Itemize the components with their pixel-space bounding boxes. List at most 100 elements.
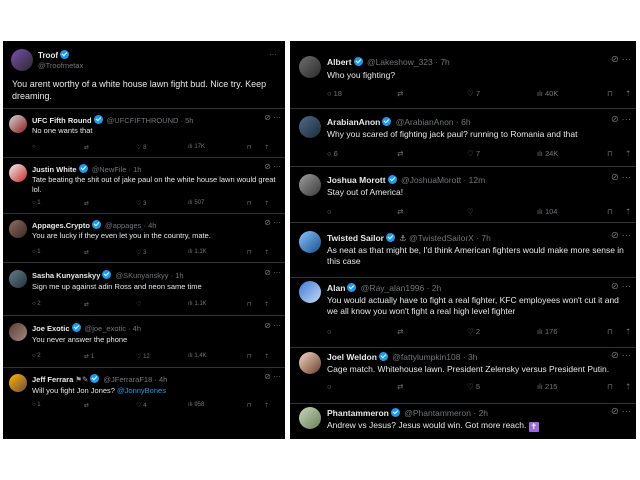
repost-icon[interactable]: ⇄ xyxy=(397,89,403,98)
repost-icon[interactable]: ⇄ xyxy=(84,402,89,409)
heart-icon[interactable]: ♡ xyxy=(467,382,474,391)
speech-bubble-icon[interactable]: ○ xyxy=(32,353,36,359)
bookmark-icon[interactable]: ⊓ xyxy=(607,89,613,98)
share-icon[interactable]: ⇡ xyxy=(264,200,269,207)
author-name[interactable]: Troof xyxy=(38,51,58,60)
author-handle[interactable]: @TwistedSailorX xyxy=(409,233,474,243)
author-name[interactable]: Justin White xyxy=(32,165,77,174)
bar-chart-icon[interactable]: ılı xyxy=(188,353,193,359)
timestamp[interactable]: · 4h xyxy=(154,375,167,384)
bookmark-icon[interactable]: ⊓ xyxy=(247,144,252,151)
speech-bubble-icon[interactable]: ○ xyxy=(32,144,36,150)
speech-bubble-icon[interactable]: ○ xyxy=(32,249,36,255)
grok-icon[interactable]: ⊘ xyxy=(611,114,619,125)
author-handle[interactable]: @UFCFIFTHROUND xyxy=(107,116,179,125)
share-icon[interactable]: ⇡ xyxy=(625,327,631,336)
bookmark-icon[interactable]: ⊓ xyxy=(247,200,252,207)
heart-icon[interactable]: ♡ xyxy=(467,149,474,158)
author-handle[interactable]: @NewFile xyxy=(92,165,127,174)
bar-chart-icon[interactable]: ılı xyxy=(188,301,193,307)
mention-link[interactable]: @JonnyBones xyxy=(117,386,166,395)
timestamp[interactable]: · 6h xyxy=(456,117,471,127)
author-name[interactable]: Phantammeron xyxy=(327,408,389,418)
more-dots-icon[interactable]: ··· xyxy=(622,114,632,125)
bar-chart-icon[interactable]: ılı xyxy=(537,382,543,391)
heart-icon[interactable]: ♡ xyxy=(467,327,474,336)
more-dots-icon[interactable]: ··· xyxy=(622,172,632,183)
share-icon[interactable]: ⇡ xyxy=(264,144,269,151)
heart-icon[interactable]: ♡ xyxy=(136,353,141,360)
more-dots-icon[interactable]: ··· xyxy=(622,230,632,241)
reply-tweet[interactable]: Justin White @NewFile · 1h ⊘ ··· Tate be… xyxy=(3,157,285,214)
bar-chart-icon[interactable]: ılı xyxy=(537,327,543,336)
grok-icon[interactable]: ⊘ xyxy=(264,113,271,122)
speech-bubble-icon[interactable]: ○ xyxy=(32,402,36,408)
reply-tweet[interactable]: Albert @Lakeshow_323 · 7h ⊘ ··· Who you … xyxy=(290,41,636,109)
more-dots-icon[interactable]: ··· xyxy=(622,350,632,361)
reply-tweet[interactable]: Twisted Sailor ⚓ @TwistedSailorX · 7h ⊘ ·… xyxy=(290,222,636,278)
bookmark-icon[interactable]: ⊓ xyxy=(607,327,613,336)
repost-icon[interactable]: ⇄ xyxy=(84,301,89,308)
grok-icon[interactable]: ⊘ xyxy=(611,350,619,361)
reply-tweet[interactable]: ArabianAnon @ArabianAnon · 6h ⊘ ··· Why … xyxy=(290,108,636,167)
reply-tweet[interactable]: Phantammeron @Phantammeron · 2h ⊘ ··· An… xyxy=(290,403,636,439)
grok-icon[interactable]: ⊘ xyxy=(611,406,619,417)
reply-tweet[interactable]: UFC Fifth Round @UFCFIFTHROUND · 5h ⊘ ··… xyxy=(3,108,285,158)
grok-icon[interactable]: ⊘ xyxy=(264,218,271,227)
bar-chart-icon[interactable]: ılı xyxy=(188,144,193,150)
avatar[interactable] xyxy=(9,164,27,182)
heart-icon[interactable]: ♡ xyxy=(136,249,141,256)
grok-icon[interactable]: ⊘ xyxy=(264,162,271,171)
timestamp[interactable]: · 4h xyxy=(144,221,157,230)
repost-icon[interactable]: ⇄ xyxy=(397,382,403,391)
repost-icon[interactable]: ⇄ xyxy=(84,144,89,151)
heart-icon[interactable]: ♡ xyxy=(136,144,141,151)
avatar[interactable] xyxy=(9,374,27,392)
more-dots-icon[interactable]: ··· xyxy=(273,372,281,381)
author-name[interactable]: UFC Fifth Round xyxy=(32,116,92,125)
reply-tweet[interactable]: Jeff Ferrara ⚑✎ @JFerraraF18 · 4h ⊘ ··· W… xyxy=(3,367,285,439)
avatar[interactable] xyxy=(11,49,33,71)
grok-icon[interactable]: ⊘ xyxy=(611,230,619,241)
more-dots-icon[interactable]: ··· xyxy=(273,268,281,277)
avatar[interactable] xyxy=(299,352,321,374)
bookmark-icon[interactable]: ⊓ xyxy=(247,353,252,360)
speech-bubble-icon[interactable]: ○ xyxy=(327,149,332,158)
author-handle[interactable]: @Lakeshow_323 xyxy=(367,57,433,67)
reply-tweet[interactable]: Appages.Crypto @appages · 4h ⊘ ··· You a… xyxy=(3,213,285,263)
repost-icon[interactable]: ⇄ xyxy=(397,327,403,336)
author-name[interactable]: Appages.Crypto xyxy=(32,221,90,230)
share-icon[interactable]: ⇡ xyxy=(625,89,631,98)
speech-bubble-icon[interactable]: ○ xyxy=(327,207,332,216)
repost-icon[interactable]: ⇄ xyxy=(397,207,403,216)
author-name[interactable]: Sasha Kunyanskyy xyxy=(32,271,100,280)
reply-tweet[interactable]: Sasha Kunyanskyy @SKunyanskyy · 1h ⊘ ···… xyxy=(3,262,285,316)
bookmark-icon[interactable]: ⊓ xyxy=(607,149,613,158)
avatar[interactable] xyxy=(9,115,27,133)
timestamp[interactable]: · 1h xyxy=(171,271,184,280)
share-icon[interactable]: ⇡ xyxy=(264,402,269,409)
author-name[interactable]: ArabianAnon xyxy=(327,117,380,127)
share-icon[interactable]: ⇡ xyxy=(264,249,269,256)
bookmark-icon[interactable]: ⊓ xyxy=(607,382,613,391)
speech-bubble-icon[interactable]: ○ xyxy=(327,382,332,391)
timestamp[interactable]: · 4h xyxy=(128,324,141,333)
bar-chart-icon[interactable]: ılı xyxy=(537,89,543,98)
author-name[interactable]: Joshua Morott xyxy=(327,175,386,185)
author-name[interactable]: Twisted Sailor xyxy=(327,233,384,243)
heart-icon[interactable]: ♡ xyxy=(467,207,474,216)
timestamp[interactable]: · 2h xyxy=(427,283,442,293)
repost-icon[interactable]: ⇄ xyxy=(84,200,89,207)
bookmark-icon[interactable]: ⊓ xyxy=(607,207,613,216)
reply-tweet[interactable]: Joel Weldon @fattylumpkin108 · 3h ⊘ ··· … xyxy=(290,347,636,404)
repost-icon[interactable]: ⇄ xyxy=(84,249,89,256)
grok-icon[interactable]: ⊘ xyxy=(264,268,271,277)
avatar[interactable] xyxy=(299,56,321,78)
main-post[interactable]: Troof @Troofmetax ··· You arent worthy o… xyxy=(3,41,285,109)
author-name[interactable]: Alan xyxy=(327,283,345,293)
author-handle[interactable]: @fattylumpkin108 xyxy=(392,352,460,362)
author-handle[interactable]: @ArabianAnon xyxy=(396,117,454,127)
avatar[interactable] xyxy=(9,323,27,341)
bookmark-icon[interactable]: ⊓ xyxy=(247,301,252,308)
more-dots-icon[interactable]: ··· xyxy=(273,321,281,330)
